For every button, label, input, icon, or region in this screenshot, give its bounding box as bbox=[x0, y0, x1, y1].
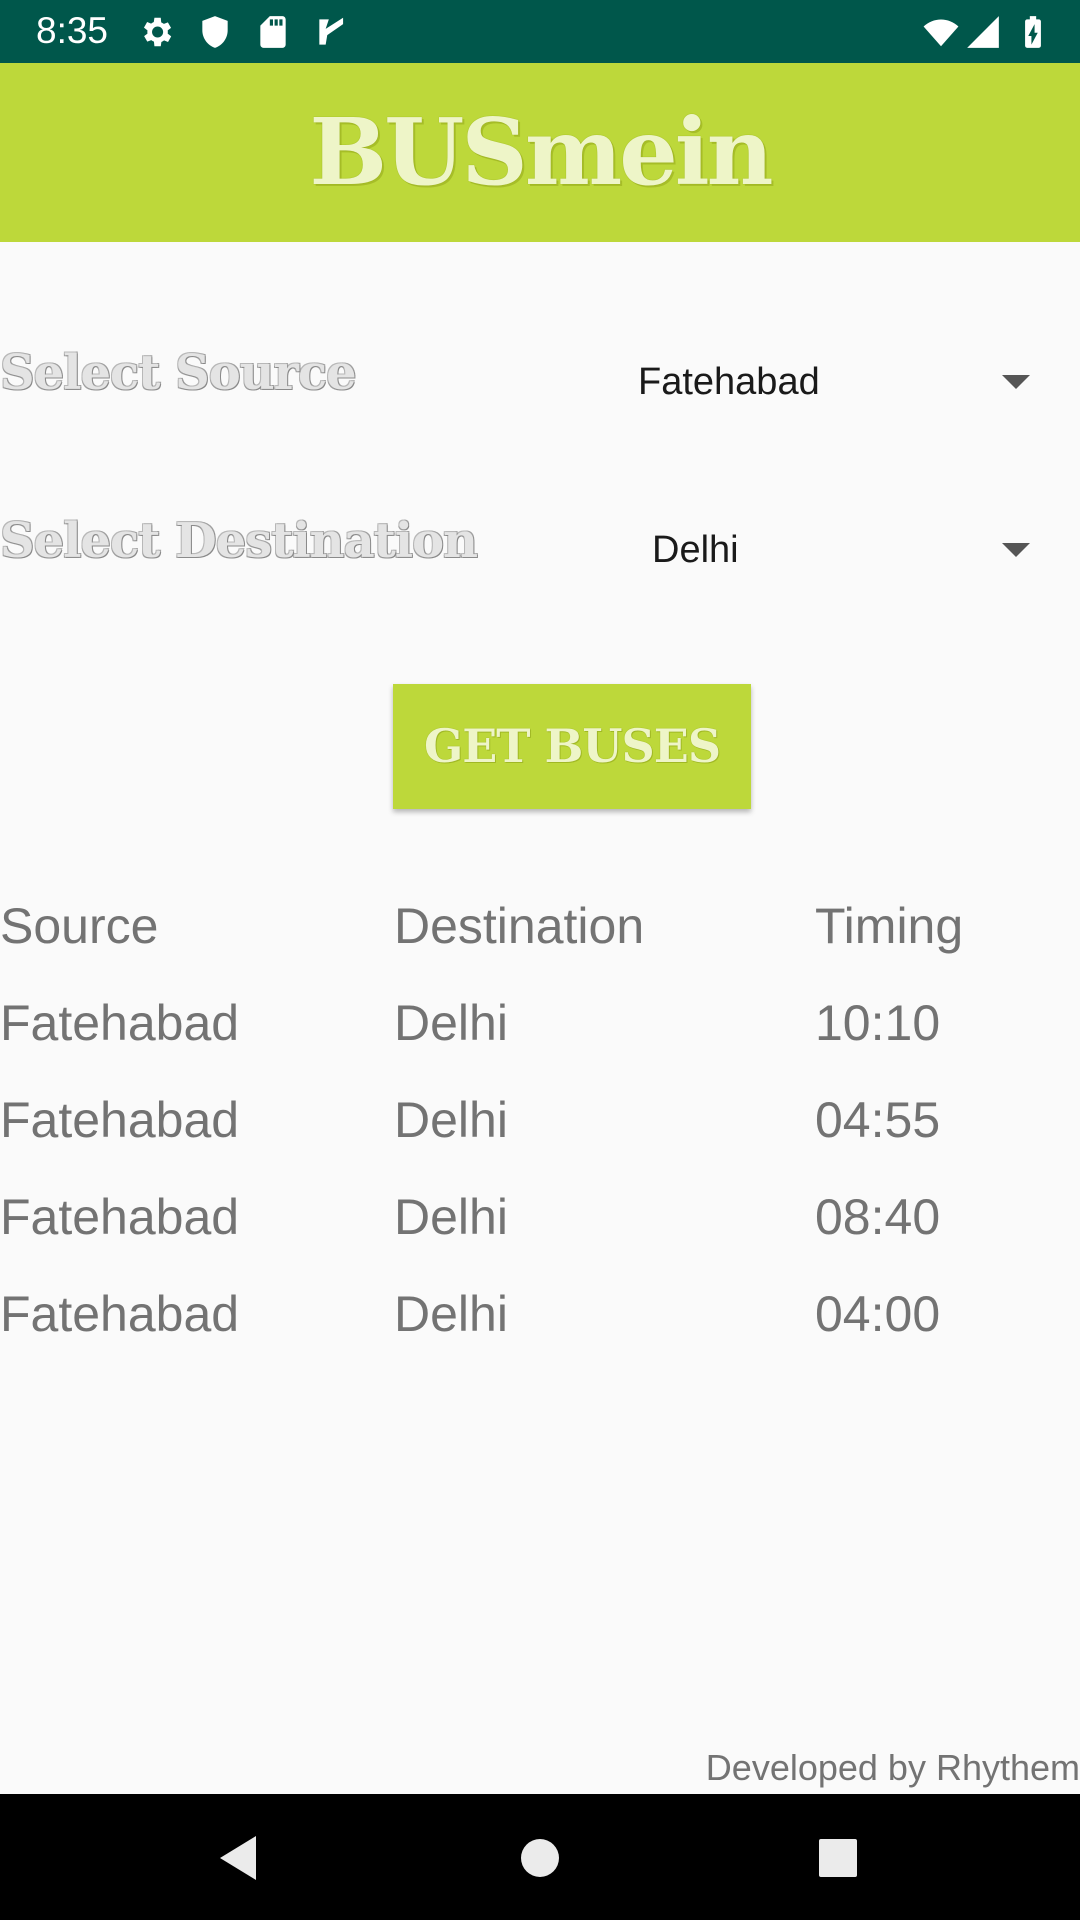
shield-icon bbox=[202, 16, 228, 48]
row-destination: Delhi bbox=[394, 1189, 508, 1245]
app-title: BUSmein bbox=[309, 98, 773, 206]
source-label: Select Source bbox=[0, 345, 357, 401]
header-destination: Destination bbox=[394, 898, 645, 954]
destination-spinner-value: Delhi bbox=[652, 529, 739, 571]
signal-icon bbox=[967, 16, 999, 48]
row-destination: Delhi bbox=[394, 1286, 508, 1342]
status-time: 8:35 bbox=[36, 10, 109, 51]
app-bar: BUSmein bbox=[0, 63, 1080, 242]
developer-credit: Developed by Rhythem bbox=[705, 1747, 1080, 1788]
source-spinner[interactable]: Fatehabad bbox=[620, 342, 1040, 422]
row-timing: 10:10 bbox=[815, 995, 941, 1051]
battery-icon bbox=[1025, 16, 1041, 48]
row-source: Fatehabad bbox=[0, 995, 240, 1051]
row-timing: 04:00 bbox=[815, 1286, 941, 1342]
header-source: Source bbox=[0, 898, 159, 954]
back-icon[interactable] bbox=[198, 1818, 278, 1898]
status-bar: 8:35 bbox=[0, 0, 1080, 63]
wifi-icon bbox=[923, 19, 959, 47]
row-source: Fatehabad bbox=[0, 1189, 240, 1245]
sd-card-icon bbox=[260, 16, 286, 48]
row-source: Fatehabad bbox=[0, 1286, 240, 1342]
row-timing: 04:55 bbox=[815, 1092, 941, 1148]
source-spinner-value: Fatehabad bbox=[638, 361, 820, 403]
navigation-bar bbox=[0, 1794, 1080, 1920]
row-timing: 08:40 bbox=[815, 1189, 941, 1245]
destination-label: Select Destination bbox=[0, 513, 478, 569]
settings-icon bbox=[143, 17, 172, 47]
destination-dropdown-arrow-icon bbox=[1002, 543, 1030, 557]
source-dropdown-arrow-icon bbox=[1002, 375, 1030, 389]
get-buses-button[interactable]: GET BUSES bbox=[393, 684, 751, 809]
destination-spinner[interactable]: Delhi bbox=[620, 510, 1040, 590]
check-icon bbox=[319, 17, 344, 45]
recents-icon[interactable] bbox=[798, 1818, 878, 1898]
row-source: Fatehabad bbox=[0, 1092, 240, 1148]
row-destination: Delhi bbox=[394, 995, 508, 1051]
header-timing: Timing bbox=[815, 898, 964, 954]
home-icon[interactable] bbox=[500, 1818, 580, 1898]
row-destination: Delhi bbox=[394, 1092, 508, 1148]
